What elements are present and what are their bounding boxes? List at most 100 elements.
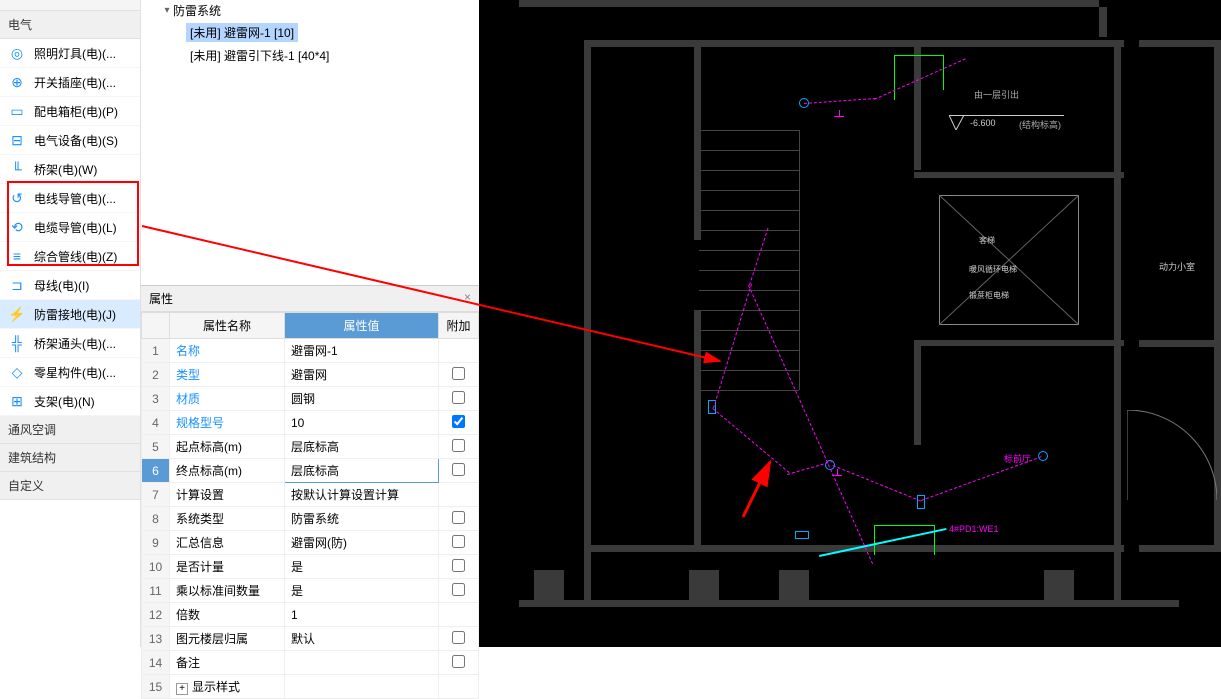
property-name[interactable]: 材质	[170, 387, 285, 411]
property-value[interactable]: 按默认计算设置计算	[285, 483, 439, 507]
row-number[interactable]: 6	[142, 459, 170, 483]
property-row[interactable]: 11乘以标准间数量是	[142, 579, 479, 603]
property-attach[interactable]	[439, 675, 479, 699]
row-number[interactable]: 2	[142, 363, 170, 387]
property-name[interactable]: 系统类型	[170, 507, 285, 531]
property-attach[interactable]	[439, 603, 479, 627]
attach-checkbox[interactable]	[452, 559, 465, 572]
property-row[interactable]: 3材质圆钢	[142, 387, 479, 411]
header-name[interactable]: 属性名称	[170, 313, 285, 339]
property-name[interactable]: 乘以标准间数量	[170, 579, 285, 603]
property-name[interactable]: 类型	[170, 363, 285, 387]
property-row[interactable]: 14备注	[142, 651, 479, 675]
property-attach[interactable]	[439, 579, 479, 603]
tree-item-1[interactable]: [未用] 避雷网-1 [10]	[166, 21, 479, 44]
property-row[interactable]: 1名称避雷网-1	[142, 339, 479, 363]
row-number[interactable]: 5	[142, 435, 170, 459]
sidebar-item-conduit2[interactable]: ⟲ 电缆导管(电)(L)	[0, 213, 140, 242]
property-value[interactable]: 防雷系统	[285, 507, 439, 531]
row-number[interactable]: 9	[142, 531, 170, 555]
sidebar-item-panel[interactable]: ▭ 配电箱柜(电)(P)	[0, 97, 140, 126]
sidebar-item-misc[interactable]: ◇ 零星构件(电)(...	[0, 358, 140, 387]
property-value[interactable]: 是	[285, 555, 439, 579]
property-row[interactable]: 6终点标高(m)层底标高	[142, 459, 479, 483]
property-name[interactable]: 倍数	[170, 603, 285, 627]
property-value[interactable]: 是	[285, 579, 439, 603]
sidebar-item-lighting[interactable]: ◎ 照明灯具(电)(...	[0, 39, 140, 68]
property-value[interactable]: 避雷网(防)	[285, 531, 439, 555]
property-value[interactable]	[285, 675, 439, 699]
property-name[interactable]: +显示样式	[170, 675, 285, 699]
property-row[interactable]: 7计算设置按默认计算设置计算	[142, 483, 479, 507]
sidebar-item-composite[interactable]: ≡ 综合管线(电)(Z)	[0, 242, 140, 271]
property-name[interactable]: 终点标高(m)	[170, 459, 285, 483]
sidebar-item-switch[interactable]: ⊕ 开关插座(电)(...	[0, 68, 140, 97]
property-attach[interactable]	[439, 507, 479, 531]
property-value[interactable]: 层底标高	[285, 459, 439, 483]
property-name[interactable]: 是否计量	[170, 555, 285, 579]
attach-checkbox[interactable]	[452, 463, 465, 476]
close-icon[interactable]: ×	[464, 290, 471, 307]
row-number[interactable]: 11	[142, 579, 170, 603]
property-name[interactable]: 名称	[170, 339, 285, 363]
property-row[interactable]: 4规格型号10	[142, 411, 479, 435]
row-number[interactable]: 10	[142, 555, 170, 579]
sidebar-item-tray[interactable]: ╙ 桥架(电)(W)	[0, 155, 140, 184]
attach-checkbox[interactable]	[452, 511, 465, 524]
property-attach[interactable]	[439, 651, 479, 675]
property-attach[interactable]	[439, 531, 479, 555]
tree-root[interactable]: ▾ 防雷系统	[141, 0, 479, 21]
expand-icon[interactable]: +	[176, 683, 188, 695]
sidebar-item-fitting[interactable]: ╬ 桥架通头(电)(...	[0, 329, 140, 358]
property-row[interactable]: 5起点标高(m)层底标高	[142, 435, 479, 459]
attach-checkbox[interactable]	[452, 415, 465, 428]
property-row[interactable]: 10是否计量是	[142, 555, 479, 579]
row-number[interactable]: 15	[142, 675, 170, 699]
property-row[interactable]: 2类型避雷网	[142, 363, 479, 387]
attach-checkbox[interactable]	[452, 535, 465, 548]
sidebar-item-support[interactable]: ⊞ 支架(电)(N)	[0, 387, 140, 416]
sidebar-section-custom[interactable]: 自定义	[0, 472, 140, 500]
attach-checkbox[interactable]	[452, 391, 465, 404]
row-number[interactable]: 1	[142, 339, 170, 363]
property-name[interactable]: 计算设置	[170, 483, 285, 507]
property-value[interactable]: 圆钢	[285, 387, 439, 411]
row-number[interactable]: 14	[142, 651, 170, 675]
row-number[interactable]: 4	[142, 411, 170, 435]
tree-item-2[interactable]: [未用] 避雷引下线-1 [40*4]	[166, 44, 479, 67]
attach-checkbox[interactable]	[452, 583, 465, 596]
row-number[interactable]: 7	[142, 483, 170, 507]
property-value[interactable]: 10	[285, 411, 439, 435]
property-value[interactable]: 1	[285, 603, 439, 627]
property-name[interactable]: 备注	[170, 651, 285, 675]
property-name[interactable]: 规格型号	[170, 411, 285, 435]
property-value[interactable]	[285, 651, 439, 675]
cad-canvas[interactable]: 由一层引出 -6.600 (结构标高) 客梯 暖风循环电梯 锻蔗柜电梯 动力小室…	[479, 0, 1221, 647]
header-value[interactable]: 属性值	[285, 313, 439, 339]
property-attach[interactable]	[439, 411, 479, 435]
sidebar-item-busbar[interactable]: ⊐ 母线(电)(I)	[0, 271, 140, 300]
property-value[interactable]: 避雷网-1	[285, 339, 439, 363]
property-attach[interactable]	[439, 363, 479, 387]
property-name[interactable]: 起点标高(m)	[170, 435, 285, 459]
property-attach[interactable]	[439, 459, 479, 483]
property-attach[interactable]	[439, 435, 479, 459]
property-value[interactable]: 避雷网	[285, 363, 439, 387]
attach-checkbox[interactable]	[452, 439, 465, 452]
property-attach[interactable]	[439, 387, 479, 411]
property-value[interactable]: 层底标高	[285, 435, 439, 459]
property-attach[interactable]	[439, 555, 479, 579]
property-row[interactable]: 9汇总信息避雷网(防)	[142, 531, 479, 555]
row-number[interactable]: 8	[142, 507, 170, 531]
row-number[interactable]: 12	[142, 603, 170, 627]
sidebar-item-grounding[interactable]: ⚡ 防雷接地(电)(J)	[0, 300, 140, 329]
attach-checkbox[interactable]	[452, 655, 465, 668]
header-attach[interactable]: 附加	[439, 313, 479, 339]
property-row[interactable]: 8系统类型防雷系统	[142, 507, 479, 531]
sidebar-section-building[interactable]: 建筑结构	[0, 444, 140, 472]
property-attach[interactable]	[439, 483, 479, 507]
attach-checkbox[interactable]	[452, 631, 465, 644]
property-attach[interactable]	[439, 339, 479, 363]
property-row[interactable]: 12倍数1	[142, 603, 479, 627]
collapse-icon[interactable]: ▾	[161, 5, 173, 16]
